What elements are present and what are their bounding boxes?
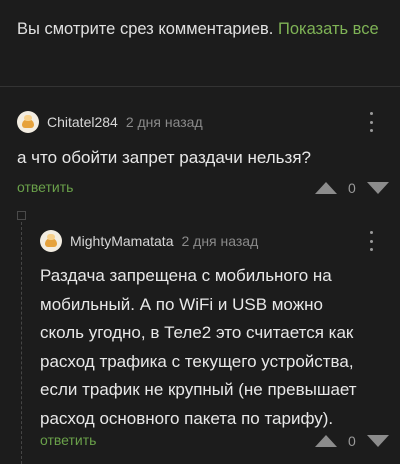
upvote-arrow-icon[interactable] — [315, 182, 337, 194]
more-vertical-icon[interactable] — [368, 231, 374, 251]
comments-page: Вы смотрите срез комментариев. Показать … — [0, 0, 400, 464]
comment-text: Раздача запрещена с мобильного на мобиль… — [40, 266, 357, 428]
more-vertical-icon[interactable] — [368, 112, 374, 132]
comment-score: 0 — [348, 433, 356, 449]
vote-controls: 0 — [315, 433, 389, 449]
reply-button[interactable]: ответить — [17, 179, 73, 195]
thread-line[interactable] — [21, 222, 23, 464]
downvote-arrow-icon[interactable] — [366, 182, 389, 194]
avatar[interactable] — [17, 111, 39, 133]
upvote-arrow-icon[interactable] — [315, 435, 337, 447]
comment-text: а что обойти запрет раздачи нельзя? — [17, 148, 311, 167]
downvote-arrow-icon[interactable] — [366, 435, 389, 447]
collapse-thread-icon[interactable] — [17, 211, 26, 220]
divider — [0, 86, 400, 87]
show-all-link[interactable]: Показать все — [278, 20, 379, 38]
comment-time: 2 дня назад — [125, 114, 203, 130]
slice-notice-text: Вы смотрите срез комментариев. — [17, 20, 278, 38]
vote-controls: 0 — [315, 180, 389, 196]
avatar[interactable] — [40, 230, 62, 252]
comment-header: MightyMamatata 2 дня назад — [40, 230, 258, 252]
username[interactable]: Chitatel284 — [47, 114, 118, 130]
comment-time: 2 дня назад — [181, 233, 259, 249]
slice-notice: Вы смотрите срез комментариев. Показать … — [17, 16, 387, 42]
username[interactable]: MightyMamatata — [70, 233, 173, 249]
comment-header: Chitatel284 2 дня назад — [17, 111, 203, 133]
reply-button[interactable]: ответить — [40, 432, 96, 448]
comment-score: 0 — [348, 180, 356, 196]
